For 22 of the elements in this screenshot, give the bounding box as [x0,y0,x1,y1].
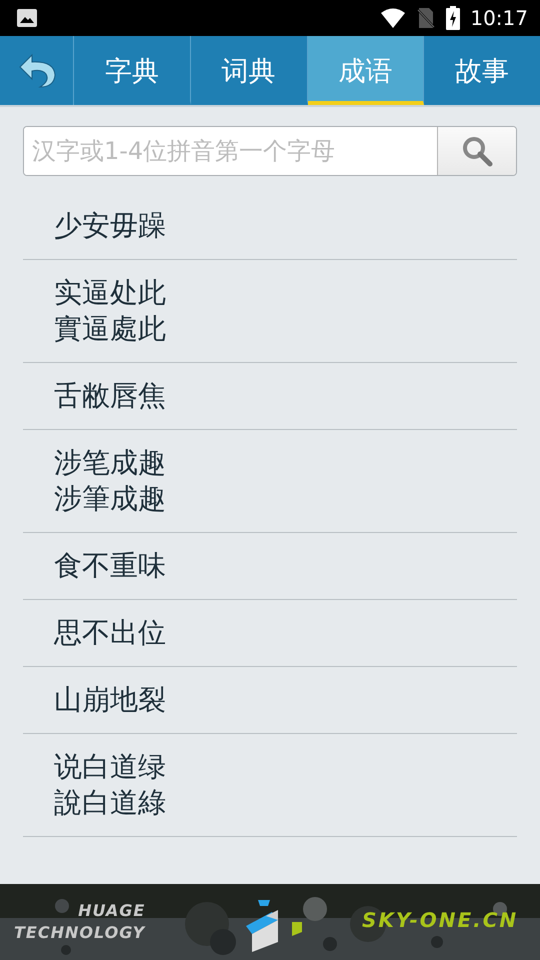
no-sim-icon [416,7,436,29]
clock-time: 10:17 [470,6,528,30]
search-icon [461,135,493,167]
search-field[interactable]: 汉字或1-4位拼音第一个字母 [23,126,517,176]
tab[interactable]: 字典 [74,36,191,105]
idiom-item[interactable]: 食不重味 [23,533,517,600]
ad-banner[interactable]: HUAGE TECHNOLOGY SKY-ONE.CN [0,884,540,960]
idiom-item[interactable]: 涉笔成趣 涉筆成趣 [23,430,517,533]
wifi-icon [380,7,406,29]
battery-charging-icon [446,6,460,30]
idiom-item[interactable]: 思不出位 [23,600,517,667]
tab[interactable]: 故事 [424,36,540,105]
search-button[interactable] [437,127,516,175]
brand-subtitle: TECHNOLOGY [14,922,146,944]
image-icon [16,8,38,28]
idiom-item[interactable]: 山崩地裂 [23,667,517,734]
website-address: SKY-ONE.CN [362,908,518,932]
idiom-item[interactable]: 实逼处此 實逼處此 [23,260,517,363]
idiom-item[interactable]: 舌敝唇焦 [23,363,517,430]
idiom-item[interactable]: 说白道绿 說白道綠 [23,734,517,837]
brand-name: HUAGE [78,900,146,922]
idiom-item[interactable]: 少安毋躁 [23,193,517,260]
